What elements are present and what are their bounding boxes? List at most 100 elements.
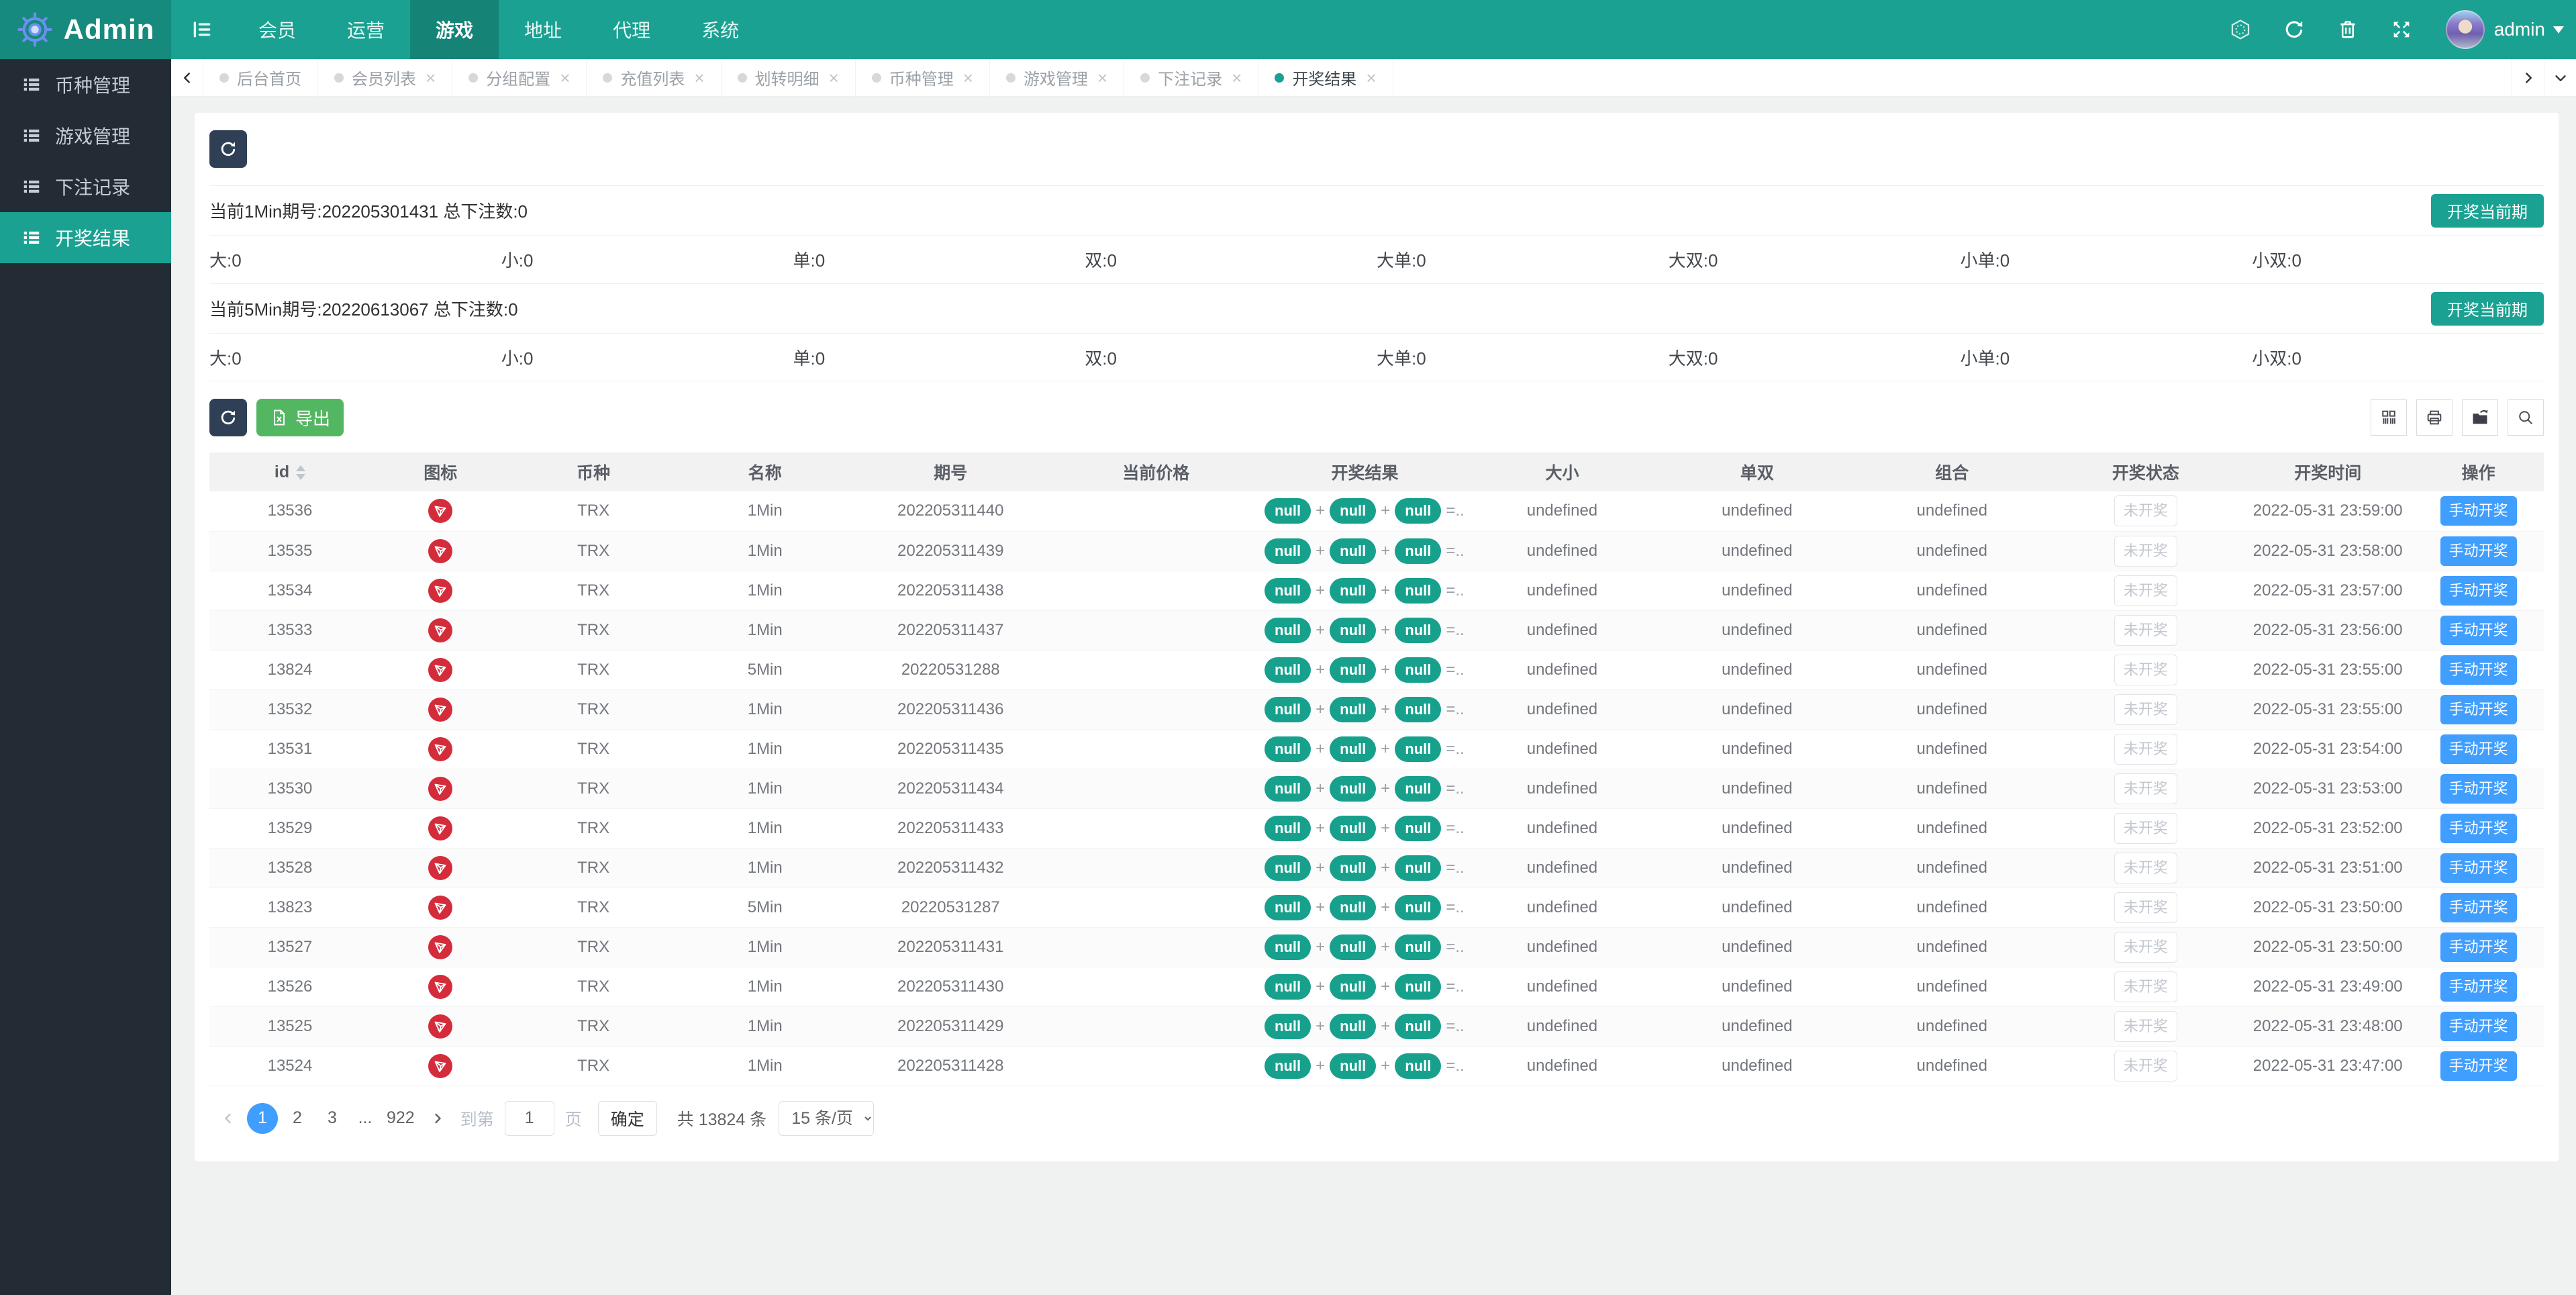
page-size-select[interactable]: 15 条/页 [779, 1100, 875, 1136]
col-header-6: 开奖结果 [1265, 452, 1466, 491]
result-pill: null [1395, 657, 1442, 683]
close-icon[interactable]: × [829, 69, 839, 87]
col-header-10: 开奖状态 [2048, 452, 2243, 491]
tab-label: 充值列表 [620, 70, 685, 89]
search-button[interactable] [2508, 399, 2544, 436]
refresh-table-button[interactable] [209, 399, 247, 436]
cell-icon [370, 888, 511, 928]
tab-4[interactable]: 划转明细 × [722, 59, 856, 96]
sidebar-item-0[interactable]: 币种管理 [0, 59, 171, 110]
draw-current-button-1min[interactable]: 开奖当前期 [2431, 193, 2544, 228]
prev-page-button[interactable] [213, 1104, 243, 1133]
goto-page-input[interactable] [504, 1100, 554, 1136]
cell-time: 2022-05-31 23:59:00 [2242, 491, 2414, 532]
tab-6[interactable]: 游戏管理 × [990, 59, 1125, 96]
tab-8[interactable]: 开奖结果 × [1258, 59, 1393, 96]
manual-draw-button[interactable]: 手动开奖 [2440, 971, 2517, 1002]
manual-draw-button[interactable]: 手动开奖 [2440, 694, 2517, 724]
manual-draw-button[interactable]: 手动开奖 [2440, 892, 2517, 922]
refresh-page-button[interactable] [2267, 0, 2321, 59]
close-icon[interactable]: × [560, 69, 570, 87]
refresh-periods-button[interactable] [209, 130, 247, 168]
manual-draw-button[interactable]: 手动开奖 [2440, 655, 2517, 685]
status-badge: 未开奖 [2114, 1010, 2177, 1042]
dot-icon [1275, 73, 1285, 83]
trx-icon [428, 974, 453, 999]
page-button-922[interactable]: 922 [383, 1103, 419, 1134]
manual-draw-button[interactable]: 手动开奖 [2440, 575, 2517, 606]
tab-2[interactable]: 分组配置 × [452, 59, 587, 96]
cell-coin: TRX [510, 808, 677, 849]
tabs-menu-button[interactable] [2544, 59, 2576, 96]
plus-separator: + [1316, 700, 1326, 718]
cell-icon [370, 1046, 511, 1086]
user-menu[interactable]: admin [2494, 19, 2564, 40]
manual-draw-button[interactable]: 手动开奖 [2440, 734, 2517, 764]
cell-action: 手动开奖 [2413, 571, 2544, 611]
cell-result: null+null+null=... [1265, 1006, 1466, 1047]
manual-draw-button[interactable]: 手动开奖 [2440, 773, 2517, 804]
sidebar: 币种管理 游戏管理 下注记录 开奖结果 [0, 59, 171, 1295]
result-pill: null [1330, 1053, 1377, 1079]
table-row: 13534 TRX 1Min 202205311438 null + null + null =.… [209, 571, 2544, 611]
cell-time: 2022-05-31 23:54:00 [2242, 729, 2414, 769]
cell-name: 1Min [676, 571, 854, 611]
page-button-2[interactable]: 2 [282, 1103, 313, 1134]
manual-draw-button[interactable]: 手动开奖 [2440, 932, 2517, 962]
tab-5[interactable]: 币种管理 × [856, 59, 990, 96]
user-avatar[interactable] [2445, 10, 2485, 49]
close-icon[interactable]: × [1366, 69, 1376, 87]
nav-item-0[interactable]: 会员 [233, 0, 321, 59]
sidebar-item-3[interactable]: 开奖结果 [0, 212, 171, 263]
manual-draw-button[interactable]: 手动开奖 [2440, 1011, 2517, 1041]
nav-item-3[interactable]: 地址 [499, 0, 587, 59]
fullscreen-button[interactable] [2375, 0, 2428, 59]
close-icon[interactable]: × [1232, 69, 1242, 87]
manual-draw-button[interactable]: 手动开奖 [2440, 853, 2517, 883]
cell-coin: TRX [510, 531, 677, 571]
sidebar-item-2[interactable]: 下注记录 [0, 161, 171, 212]
nav-item-2[interactable]: 游戏 [410, 0, 499, 59]
nav-item-1[interactable]: 运营 [321, 0, 410, 59]
nav-item-5[interactable]: 系统 [676, 0, 764, 59]
tab-label: 游戏管理 [1023, 70, 1088, 89]
tab-7[interactable]: 下注记录 × [1124, 59, 1259, 96]
close-icon[interactable]: × [963, 69, 973, 87]
cell-combo: undefined [1854, 610, 2049, 651]
goto-confirm-button[interactable]: 确定 [597, 1100, 657, 1136]
cell-size: undefined [1465, 491, 1659, 532]
clear-cache-button[interactable] [2321, 0, 2375, 59]
tab-3[interactable]: 充值列表 × [587, 59, 722, 96]
tab-0[interactable]: 后台首页 [203, 59, 318, 96]
manual-draw-button[interactable]: 手动开奖 [2440, 1051, 2517, 1081]
tabs-scroll-left-button[interactable] [171, 59, 203, 96]
close-icon[interactable]: × [426, 69, 436, 87]
nav-item-4[interactable]: 代理 [587, 0, 676, 59]
sidebar-item-1[interactable]: 游戏管理 [0, 110, 171, 161]
manual-draw-button[interactable]: 手动开奖 [2440, 813, 2517, 843]
print-button[interactable] [2416, 399, 2453, 436]
theme-button[interactable] [2214, 0, 2267, 59]
manual-draw-button[interactable]: 手动开奖 [2440, 496, 2517, 526]
tab-1[interactable]: 会员列表 × [318, 59, 453, 96]
result-pill: null [1395, 696, 1442, 722]
columns-button[interactable] [2371, 399, 2407, 436]
manual-draw-button[interactable]: 手动开奖 [2440, 536, 2517, 566]
export-folder-icon [2471, 408, 2489, 427]
col-header-0[interactable]: id [209, 452, 370, 491]
sort-icon[interactable] [296, 465, 306, 480]
close-icon[interactable]: × [694, 69, 704, 87]
period-row-1min: 当前1Min期号:202205301431 总下注数:0 开奖当前期 [209, 185, 2544, 235]
close-icon[interactable]: × [1097, 69, 1107, 87]
manual-draw-button[interactable]: 手动开奖 [2440, 615, 2517, 645]
export-data-button[interactable] [2462, 399, 2498, 436]
page-button-3[interactable]: 3 [317, 1103, 348, 1134]
export-button[interactable]: 导出 [256, 399, 344, 436]
page-button-1[interactable]: 1 [247, 1102, 278, 1134]
status-badge: 未开奖 [2114, 773, 2177, 804]
draw-current-button-5min[interactable]: 开奖当前期 [2431, 291, 2544, 326]
next-page-button[interactable] [423, 1104, 452, 1133]
table-toolbar: 导出 [209, 399, 2544, 436]
sidebar-toggle-button[interactable] [171, 0, 233, 59]
tabs-scroll-right-button[interactable] [2512, 59, 2544, 96]
